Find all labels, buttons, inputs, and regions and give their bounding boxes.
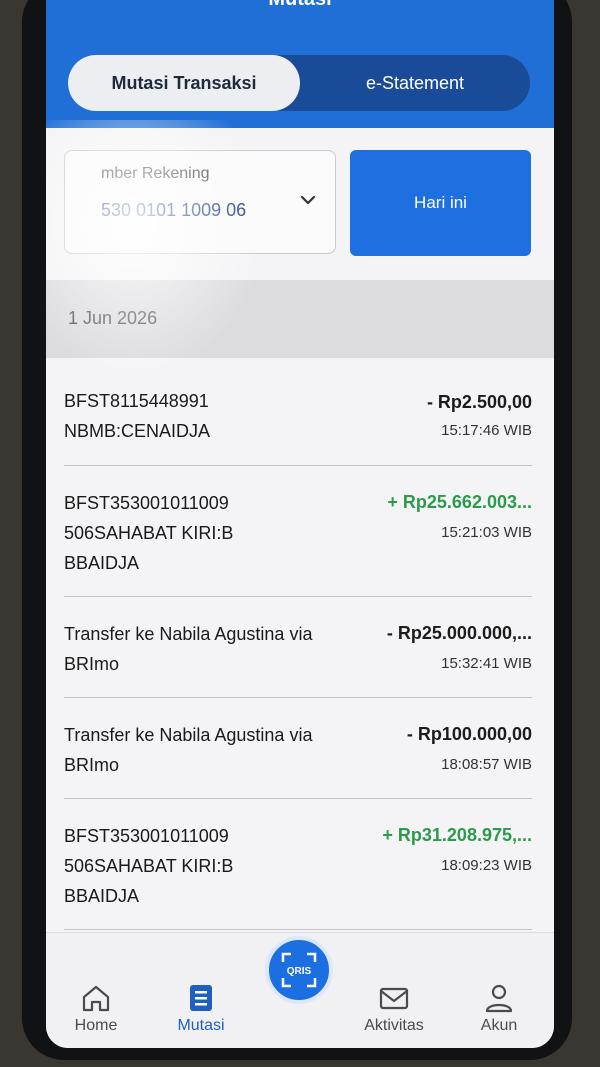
tab-bar: Mutasi Transaksi e-Statement [68,55,530,111]
tab-mutasi-transaksi[interactable]: Mutasi Transaksi [68,55,300,111]
home-icon [82,985,110,1012]
qris-icon: QRIS [281,952,317,988]
account-number: 530 0101 1009 06 [101,200,247,220]
nav-mutasi[interactable]: Mutasi [156,983,246,1035]
transaction-row[interactable]: Transfer ke Nabila Agustina via BRImo - … [64,698,532,799]
account-label: mber Rekening [101,165,210,182]
qris-button[interactable]: QRIS [265,936,333,1004]
transaction-row[interactable]: BFST353001011009506SAHABAT KIRI:BBBAIDJA… [64,799,532,930]
transaction-amount: + Rp31.208.975,... [382,825,532,845]
chevron-down-icon [300,195,316,205]
user-icon [485,984,513,1013]
account-selector[interactable]: mber Rekening 530 0101 1009 06 [64,150,336,254]
transaction-description: Transfer ke Nabila Agustina via BRImo [64,624,313,674]
page-title: Mutasi [46,0,554,11]
today-filter-button[interactable]: Hari ini [350,150,531,256]
header: Mutasi Mutasi Transaksi e-Statement [46,0,554,128]
transaction-amount: - Rp25.000.000,... [386,623,532,643]
mail-icon [379,987,409,1010]
transaction-row[interactable]: BFST8115448991 NBMB:CENAIDJA - Rp2.500,0… [64,364,532,466]
qris-label: QRIS [287,966,312,977]
transaction-amount: + Rp25.662.003... [387,492,532,512]
nav-akun-label: Akun [480,1017,518,1034]
document-list-icon [190,985,212,1011]
transaction-description: BFST8115448991 NBMB:CENAIDJA [64,391,211,441]
transaction-time: 18:09:23 WIB [441,857,532,874]
nav-home-label: Home [74,1017,118,1034]
nav-akun[interactable]: Akun [454,983,544,1035]
nav-aktivitas-label: Aktivitas [364,1017,424,1034]
nav-home[interactable]: Home [51,983,141,1035]
transaction-description: BFST353001011009506SAHABAT KIRI:BBBAIDJA [64,826,234,906]
transaction-amount: - Rp2.500,00 [426,392,532,412]
transaction-time: 18:08:57 WIB [441,756,532,773]
transaction-row[interactable]: BFST353001011009506SAHABAT KIRI:BBBAIDJA… [64,466,532,597]
transaction-time: 15:21:03 WIB [441,524,532,541]
transaction-amount: - Rp100.000,00 [406,724,532,744]
app-screen: Mutasi Mutasi Transaksi e-Statement mber… [46,0,554,1048]
nav-aktivitas[interactable]: Aktivitas [349,983,439,1035]
transaction-time: 15:32:41 WIB [441,655,532,672]
date-label: 1 Jun 2026 [68,308,158,328]
transaction-description: Transfer ke Nabila Agustina via BRImo [64,725,313,775]
transaction-row[interactable]: Transfer ke Nabila Agustina via BRImo - … [64,597,532,698]
transaction-description: BFST353001011009506SAHABAT KIRI:BBBAIDJA [64,493,234,573]
tab-e-statement[interactable]: e-Statement [300,55,530,111]
date-header: 1 Jun 2026 [46,280,554,358]
transaction-time: 15:17:46 WIB [441,422,532,439]
transaction-list: BFST8115448991 NBMB:CENAIDJA - Rp2.500,0… [64,364,532,930]
nav-mutasi-label: Mutasi [177,1017,225,1034]
